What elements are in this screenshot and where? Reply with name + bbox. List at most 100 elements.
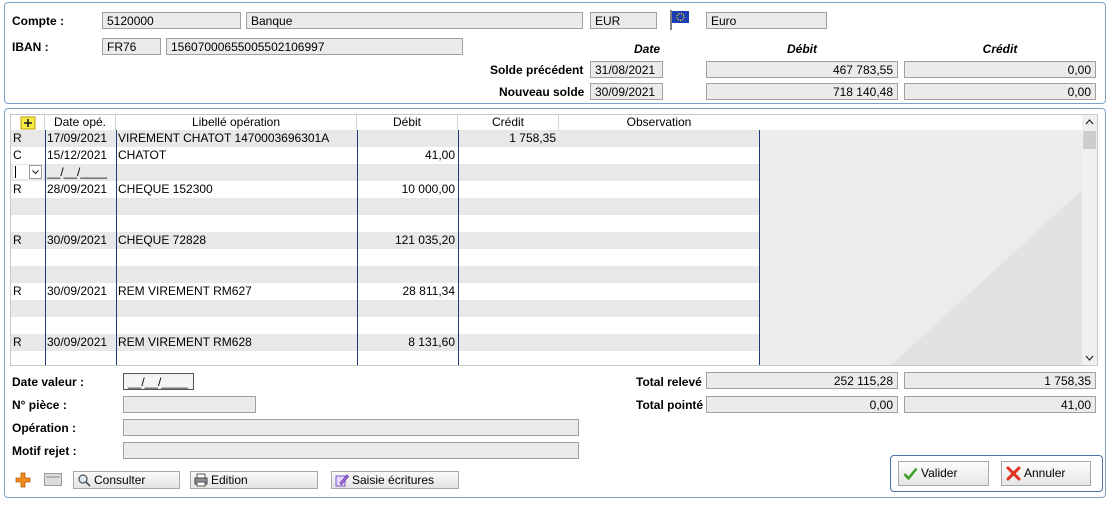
cell-debit[interactable]: 8 131,60 [359, 334, 455, 351]
operations-grid[interactable]: Date opé. Libellé opération Débit Crédit… [10, 114, 1098, 366]
cell-debit[interactable] [359, 130, 455, 147]
cell-debit[interactable] [359, 215, 455, 232]
motif-rejet-field[interactable] [123, 442, 579, 459]
cell-label[interactable] [118, 266, 356, 283]
cell-date[interactable] [47, 317, 115, 334]
cell-credit[interactable] [460, 164, 556, 181]
vertical-scrollbar[interactable] [1082, 115, 1097, 365]
edition-button[interactable]: Edition [190, 471, 318, 489]
cell-label[interactable]: REM VIREMENT RM628 [118, 334, 356, 351]
consulter-button[interactable]: Consulter [73, 471, 180, 489]
new-balance-date[interactable]: 30/09/2021 [590, 83, 663, 100]
compte-name-field[interactable]: Banque [246, 12, 583, 29]
cell-credit[interactable]: 1 758,35 [460, 130, 556, 147]
add-row-header[interactable] [11, 115, 45, 130]
table-row[interactable] [11, 198, 759, 215]
table-row[interactable]: __/__/____ [11, 164, 759, 181]
currency-code-field[interactable]: EUR [590, 12, 657, 29]
valider-button[interactable]: Valider [898, 461, 989, 486]
table-row[interactable] [11, 249, 759, 266]
cell-obs[interactable] [561, 266, 757, 283]
cell-type[interactable]: R [13, 130, 43, 147]
cell-debit[interactable]: 28 811,34 [359, 283, 456, 300]
cell-label[interactable] [118, 215, 356, 232]
cell-debit[interactable] [359, 249, 455, 266]
cell-obs[interactable] [561, 300, 757, 317]
cell-credit[interactable] [460, 147, 556, 164]
date-valeur-field[interactable]: __/__/____ [123, 373, 194, 390]
annuler-button[interactable]: Annuler [1001, 461, 1091, 486]
cell-credit[interactable] [460, 215, 556, 232]
cell-credit[interactable] [460, 334, 556, 351]
cell-debit[interactable] [359, 266, 455, 283]
cell-debit[interactable] [359, 198, 455, 215]
grid-header-date[interactable]: Date opé. [45, 115, 116, 130]
cell-label[interactable] [118, 300, 356, 317]
cell-debit[interactable] [359, 317, 455, 334]
cell-date[interactable] [47, 351, 115, 365]
cell-type[interactable]: C [13, 147, 43, 164]
cell-date[interactable] [47, 266, 115, 283]
cell-label[interactable] [118, 249, 356, 266]
table-row[interactable] [11, 317, 759, 334]
cell-type[interactable]: R [13, 283, 43, 300]
cell-credit[interactable] [460, 300, 556, 317]
cell-obs[interactable] [561, 130, 757, 147]
cell-obs[interactable] [561, 181, 757, 198]
cell-credit[interactable] [460, 266, 556, 283]
cell-debit[interactable]: 41,00 [359, 147, 455, 164]
cell-obs[interactable] [561, 351, 757, 365]
cell-credit[interactable] [460, 181, 556, 198]
cell-label[interactable]: CHATOT [118, 147, 356, 164]
table-row[interactable] [11, 351, 759, 365]
cell-obs[interactable] [561, 317, 757, 334]
cell-date[interactable]: 30/09/2021 [47, 283, 115, 300]
table-row[interactable] [11, 266, 759, 283]
cell-credit[interactable] [460, 198, 556, 215]
scrollbar-thumb[interactable] [1083, 131, 1096, 149]
add-icon[interactable] [15, 472, 31, 488]
table-row[interactable]: R 17/09/2021 VIREMENT CHATOT 1470003696301… [11, 130, 759, 147]
cell-label[interactable] [118, 351, 356, 365]
cell-obs[interactable] [561, 334, 757, 351]
table-row[interactable] [11, 300, 759, 317]
table-row[interactable]: R 30/09/2021 REM VIREMENT RM628 8 131,60 [11, 334, 759, 351]
cell-debit[interactable]: 121 035,20 [359, 232, 455, 249]
cell-date[interactable]: 30/09/2021 [47, 334, 115, 351]
cell-obs[interactable] [561, 164, 757, 181]
cell-obs[interactable] [561, 283, 757, 300]
cell-date[interactable]: 15/12/2021 [47, 147, 115, 164]
iban-country-field[interactable]: FR76 [102, 38, 161, 55]
cell-obs[interactable] [561, 215, 757, 232]
cell-type[interactable]: R [13, 334, 43, 351]
cell-type[interactable] [13, 215, 43, 232]
grid-header-debit[interactable]: Débit [357, 115, 458, 130]
cell-date[interactable] [47, 249, 115, 266]
saisie-ecritures-button[interactable]: Saisie écritures [331, 471, 459, 489]
cell-type[interactable]: R [13, 232, 43, 249]
scroll-up-icon[interactable] [1084, 117, 1095, 127]
add-row-icon[interactable] [20, 116, 36, 130]
cell-type[interactable] [13, 317, 43, 334]
grid-header-credit[interactable]: Crédit [458, 115, 559, 130]
cell-debit[interactable]: 10 000,00 [359, 181, 455, 198]
cell-debit[interactable] [359, 164, 455, 181]
compte-number-field[interactable]: 5120000 [102, 12, 241, 29]
cell-type[interactable] [13, 300, 43, 317]
operation-field[interactable] [123, 419, 579, 436]
cell-credit[interactable] [460, 351, 556, 365]
cell-type[interactable] [13, 351, 43, 365]
currency-name-field[interactable]: Euro [706, 12, 827, 29]
cell-credit[interactable] [460, 283, 556, 300]
cell-label[interactable]: VIREMENT CHATOT 1470003696301A [118, 130, 356, 147]
cell-type[interactable] [13, 266, 43, 283]
cell-date[interactable]: 28/09/2021 [47, 181, 115, 198]
cell-obs[interactable] [561, 232, 757, 249]
cell-obs[interactable] [561, 198, 757, 215]
cell-label[interactable]: REM VIREMENT RM627 [118, 283, 356, 300]
cell-label[interactable] [118, 317, 356, 334]
cell-date[interactable] [47, 198, 115, 215]
cell-credit[interactable] [460, 249, 556, 266]
cell-credit[interactable] [460, 317, 556, 334]
card-icon[interactable] [44, 473, 62, 486]
